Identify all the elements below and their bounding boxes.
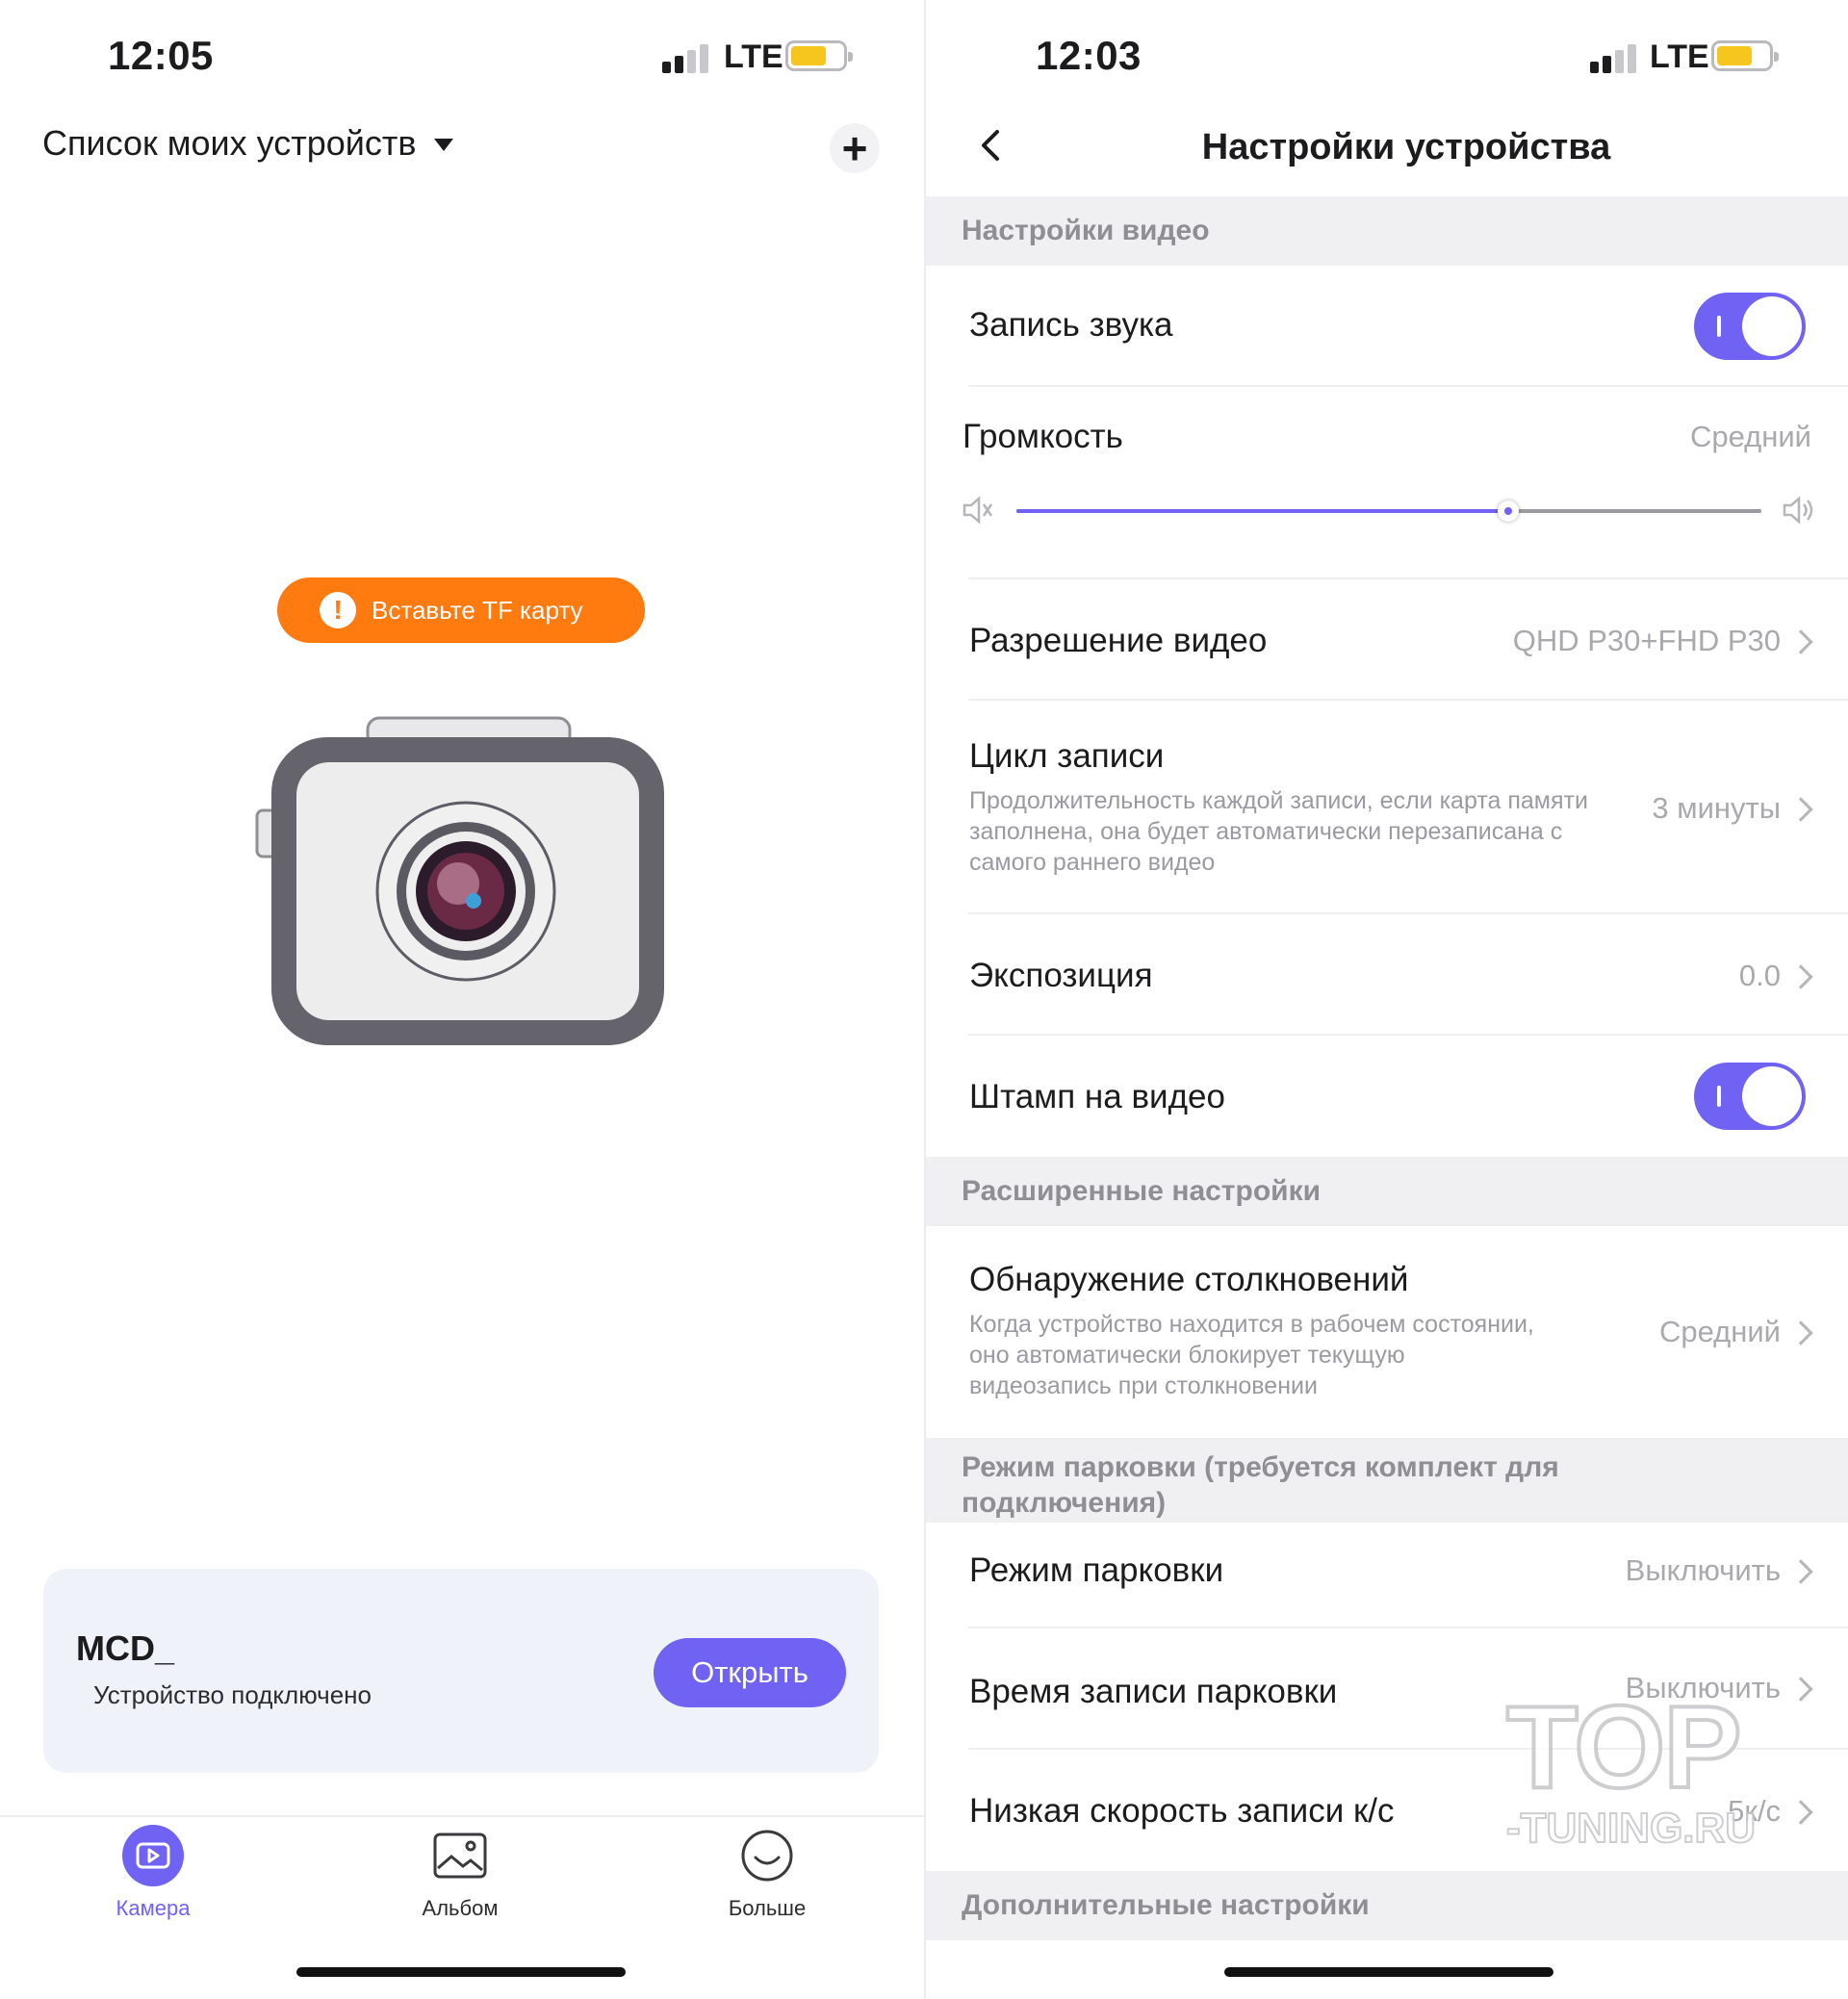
volume-slider-thumb[interactable] [1497, 500, 1519, 522]
tab-camera[interactable]: Камера [71, 1825, 235, 1921]
device-list-title: Список моих устройств [42, 123, 417, 163]
chevron-right-icon [1788, 629, 1813, 654]
row-loop-recording[interactable]: Цикл записи Продолжительность каждой зап… [926, 701, 1848, 914]
section-video: Настройки видео [926, 196, 1848, 266]
row-label: Низкая скорость записи к/с [969, 1792, 1395, 1830]
row-parking-mode[interactable]: Режим парковки Выключить [926, 1507, 1848, 1628]
row-video-resolution[interactable]: Разрешение видео QHD P30+FHD P30 [926, 579, 1848, 701]
device-list-screen: 12:05 LTE Список моих устройств + ! Вста… [0, 0, 924, 1999]
device-status: Устройство подключено [93, 1680, 372, 1709]
volume-mute-icon [962, 496, 993, 525]
section-advanced: Расширенные настройки [926, 1157, 1848, 1226]
video-stamp-toggle[interactable] [1694, 1063, 1806, 1130]
row-label: Громкость [962, 418, 1123, 455]
row-label: Штамп на видео [969, 1078, 1225, 1115]
plus-icon: + [841, 123, 868, 173]
tab-album[interactable]: Альбом [378, 1825, 542, 1921]
status-bar: 12:03 LTE [926, 27, 1848, 85]
chevron-right-icon [1788, 1559, 1813, 1584]
volume-value: Средний [1689, 420, 1811, 453]
parking-mode-value: Выключить [1625, 1553, 1781, 1587]
caret-down-icon [433, 138, 453, 151]
more-smile-icon [736, 1825, 798, 1886]
row-video-stamp[interactable]: Штамп на видео [926, 1036, 1848, 1157]
signal-icon [662, 40, 712, 73]
status-time: 12:05 [108, 33, 214, 78]
row-label: Время записи парковки [969, 1673, 1338, 1710]
row-description: Продолжительность каждой записи, если ка… [969, 787, 1588, 876]
tab-more[interactable]: Больше [685, 1825, 849, 1921]
exposure-value: 0.0 [1738, 959, 1781, 992]
chevron-right-icon [1788, 1800, 1813, 1825]
album-icon [429, 1825, 491, 1886]
page-title: Настройки устройства [1201, 127, 1611, 167]
loop-value: 3 минуты [1652, 791, 1781, 825]
row-label: Разрешение видео [969, 622, 1268, 659]
row-label: Режим парковки [969, 1551, 1224, 1589]
chevron-right-icon [1788, 964, 1813, 989]
row-collision-detection[interactable]: Обнаружение столкновений Когда устройств… [926, 1226, 1848, 1438]
device-card: MCD_ Устройство подключено Открыть [43, 1569, 879, 1773]
network-type: LTE [1650, 38, 1709, 75]
insert-tf-card-alert[interactable]: ! Вставьте TF карту [277, 577, 645, 643]
status-time: 12:03 [1036, 33, 1142, 78]
device-settings-screen: 12:03 LTE Настройки устройства Настройки… [926, 0, 1848, 1999]
volume-slider[interactable] [1016, 500, 1761, 522]
warning-icon: ! [320, 592, 356, 628]
battery-icon [1711, 40, 1779, 71]
home-indicator[interactable] [296, 1967, 626, 1977]
device-name: MCD_ [76, 1628, 175, 1668]
chevron-right-icon [1788, 797, 1813, 822]
row-audio-recording[interactable]: Запись звука [926, 266, 1848, 387]
tab-label: Альбом [422, 1896, 499, 1920]
row-exposure[interactable]: Экспозиция 0.0 [926, 914, 1848, 1036]
collision-value: Средний [1658, 1315, 1781, 1348]
home-indicator[interactable] [1224, 1967, 1553, 1977]
parking-time-value: Выключить [1625, 1671, 1781, 1704]
low-fps-value: 5к/с [1728, 1794, 1781, 1828]
audio-recording-toggle[interactable] [1694, 293, 1806, 360]
tab-label: Камера [116, 1896, 191, 1920]
row-label: Запись звука [969, 306, 1173, 344]
row-label: Цикл записи [969, 737, 1165, 775]
status-bar: 12:05 LTE [0, 27, 924, 85]
network-type: LTE [724, 38, 783, 75]
open-device-button[interactable]: Открыть [654, 1638, 846, 1707]
camera-tab-icon [122, 1825, 184, 1886]
row-volume: Громкость Средний [926, 387, 1848, 579]
chevron-right-icon [1788, 1677, 1813, 1702]
device-list-dropdown[interactable]: Список моих устройств [42, 123, 453, 164]
alert-text: Вставьте TF карту [372, 595, 583, 625]
add-device-button[interactable]: + [830, 123, 880, 173]
row-parking-record-time[interactable]: Время записи парковки Выключить [926, 1628, 1848, 1750]
tab-label: Больше [728, 1896, 807, 1920]
signal-icon [1590, 40, 1640, 73]
row-label: Обнаружение столкновений [969, 1261, 1409, 1298]
dashcam-illustration-icon [255, 716, 664, 1045]
row-label: Экспозиция [969, 957, 1153, 994]
nav-bar: Настройки устройства [926, 114, 1848, 181]
volume-loud-icon [1783, 496, 1813, 525]
battery-icon [785, 40, 853, 71]
resolution-value: QHD P30+FHD P30 [1512, 624, 1781, 657]
row-low-fps[interactable]: Низкая скорость записи к/с 5к/с [926, 1750, 1848, 1871]
section-extra: Дополнительные настройки [926, 1871, 1848, 1940]
chevron-right-icon [1788, 1320, 1813, 1345]
row-description: Когда устройство находится в рабочем сос… [969, 1311, 1534, 1399]
